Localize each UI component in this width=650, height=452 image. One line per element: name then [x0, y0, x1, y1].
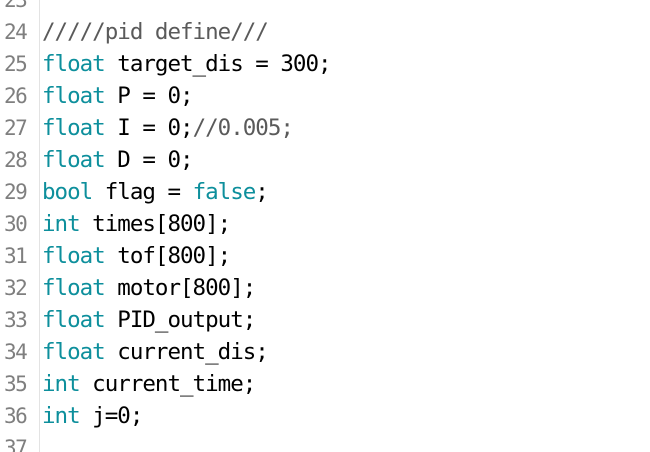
line-source: int j=0; [40, 400, 143, 432]
code-line[interactable]: 30 int times[800]; [0, 208, 650, 240]
line-number: 33 [4, 308, 28, 332]
keyword-token: float [42, 115, 106, 141]
code-editor[interactable]: 23 24 /////pid define/// 25 float target_dis… [0, 0, 650, 452]
code-line[interactable]: 28 float D = 0; [0, 144, 650, 176]
line-number: 37 [4, 436, 28, 452]
code-line[interactable]: 34 float current_dis; [0, 336, 650, 368]
keyword-token: int [42, 403, 81, 429]
line-number: 24 [4, 20, 28, 44]
keyword-token: float [42, 275, 106, 301]
keyword-token: float [42, 307, 106, 333]
line-number: 26 [4, 84, 28, 108]
code-line[interactable]: 35 int current_time; [0, 368, 650, 400]
code-line[interactable]: 32 float motor[800]; [0, 272, 650, 304]
line-number: 30 [4, 212, 28, 236]
line-number: 31 [4, 244, 28, 268]
code-line[interactable]: 27 float I = 0;//0.005; [0, 112, 650, 144]
keyword-token: float [42, 243, 106, 269]
line-number: 29 [4, 180, 28, 204]
code-line[interactable]: 25 float target_dis = 300; [0, 48, 650, 80]
line-source: int current_time; [40, 368, 256, 400]
line-number: 25 [4, 52, 28, 76]
code-token: PID_output; [104, 307, 256, 333]
keyword-token: float [42, 339, 106, 365]
line-source: float I = 0;//0.005; [40, 112, 294, 144]
keyword-token: false [192, 179, 257, 205]
line-source: float PID_output; [40, 304, 256, 336]
code-token: j=0; [79, 403, 143, 429]
comment-token: //0.005; [192, 115, 294, 141]
line-number: 35 [4, 372, 28, 396]
code-token: D = 0; [104, 147, 193, 173]
line-source: /////pid define/// [40, 16, 269, 48]
line-source: float D = 0; [40, 144, 194, 176]
keyword-token: float [42, 83, 106, 109]
code-line[interactable]: 26 float P = 0; [0, 80, 650, 112]
line-source: float tof[800]; [40, 240, 231, 272]
code-token: tof[800]; [104, 243, 231, 269]
code-line[interactable]: 37 [0, 432, 650, 452]
code-line[interactable]: 23 [0, 0, 650, 16]
line-source: float target_dis = 300; [40, 48, 332, 80]
code-token: P = 0; [104, 83, 193, 109]
line-source: float current_dis; [40, 336, 269, 368]
keyword-token: bool [42, 179, 93, 205]
line-source: float motor[800]; [40, 272, 256, 304]
code-token: I = 0; [104, 115, 193, 141]
line-number: 34 [4, 340, 28, 364]
code-line[interactable]: 33 float PID_output; [0, 304, 650, 336]
line-number: 23 [4, 0, 28, 12]
line-number: 28 [4, 148, 28, 172]
line-number: 36 [4, 404, 28, 428]
code-line[interactable]: 31 float tof[800]; [0, 240, 650, 272]
line-source: int times[800]; [40, 208, 231, 240]
line-number: 27 [4, 116, 28, 140]
line-source: float P = 0; [40, 80, 194, 112]
code-token: current_dis; [104, 339, 269, 365]
code-line[interactable]: 24 /////pid define/// [0, 16, 650, 48]
keyword-token: float [42, 147, 106, 173]
code-area[interactable]: 23 24 /////pid define/// 25 float target_dis… [0, 0, 650, 452]
comment-token: /////pid define/// [42, 19, 269, 45]
code-token: target_dis = 300; [104, 51, 331, 77]
code-token: flag = [92, 179, 193, 205]
keyword-token: int [42, 371, 81, 397]
line-number: 32 [4, 276, 28, 300]
code-line[interactable]: 29 bool flag = false; [0, 176, 650, 208]
keyword-token: float [42, 51, 106, 77]
code-line[interactable]: 36 int j=0; [0, 400, 650, 432]
code-token: current_time; [79, 371, 256, 397]
code-token: ; [255, 179, 269, 205]
code-token: times[800]; [79, 211, 231, 237]
line-source: bool flag = false; [40, 176, 269, 208]
keyword-token: int [42, 211, 81, 237]
code-token: motor[800]; [104, 275, 256, 301]
